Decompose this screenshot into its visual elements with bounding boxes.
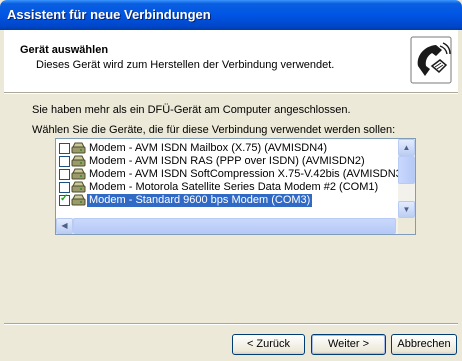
scroll-up-button[interactable]: ▲ [398,139,415,156]
list-item[interactable]: Modem - Motorola Satellite Series Data M… [56,181,399,194]
header-title: Gerät auswählen [20,44,109,56]
checkbox[interactable] [59,182,70,193]
list-item[interactable]: Modem - AVM ISDN Mailbox (X.75) (AVMISDN… [56,142,399,155]
checkbox[interactable] [59,169,70,180]
modem-icon [71,155,86,167]
device-label: Modem - AVM ISDN SoftCompression X.75-V.… [89,168,406,180]
device-list[interactable]: Modem - AVM ISDN Mailbox (X.75) (AVMISDN… [55,138,416,235]
scroll-down-button[interactable]: ▼ [398,201,415,218]
header-divider [4,92,458,94]
header-subtitle: Dieses Gerät wird zum Herstellen der Ver… [36,59,335,71]
vertical-scroll-thumb[interactable] [398,156,415,184]
device-label: Modem - AVM ISDN RAS (PPP over ISDN) (AV… [89,155,365,167]
cancel-button[interactable]: Abbrechen [391,334,457,355]
device-label: Modem - Motorola Satellite Series Data M… [89,181,379,193]
modem-icon [71,168,86,180]
modem-icon [71,194,86,206]
checkbox-checked[interactable]: ✓ [59,193,70,206]
checkbox[interactable] [59,143,70,154]
window-title: Assistent für neue Verbindungen [7,7,211,22]
horizontal-scroll-thumb[interactable] [73,218,396,234]
title-bar[interactable]: Assistent für neue Verbindungen [0,0,462,30]
modem-icon [71,181,86,193]
wizard-window: Assistent für neue Verbindungen Gerät au… [0,0,462,361]
info-text: Sie haben mehr als ein DFÜ-Gerät am Comp… [32,104,351,116]
device-label: Modem - AVM ISDN Mailbox (X.75) (AVMISDN… [89,142,327,154]
footer-divider [4,323,458,325]
list-item-selected[interactable]: ✓ Modem - Standard 9600 bps Modem (COM3) [56,193,399,207]
scroll-left-button[interactable]: ◀ [56,218,73,234]
checkbox[interactable] [59,156,70,167]
horizontal-scrollbar[interactable]: ◀ ▶ [56,218,415,234]
list-item[interactable]: Modem - AVM ISDN RAS (PPP over ISDN) (AV… [56,155,399,168]
check-mark-icon: ✓ [60,193,69,204]
back-button[interactable]: < Zurück [232,334,305,355]
wizard-header: Gerät auswählen Dieses Gerät wird zum He… [4,30,458,92]
next-button[interactable]: Weiter > [311,334,386,355]
list-item[interactable]: Modem - AVM ISDN SoftCompression X.75-V.… [56,168,405,181]
scroll-corner [398,218,415,234]
device-label: Modem - Standard 9600 bps Modem (COM3) [87,194,313,207]
instruction-text: Wählen Sie die Geräte, die für diese Ver… [32,124,396,136]
vertical-scrollbar[interactable]: ▲ ▼ [398,139,415,218]
modem-icon [71,142,86,154]
phone-connection-icon [410,36,452,84]
